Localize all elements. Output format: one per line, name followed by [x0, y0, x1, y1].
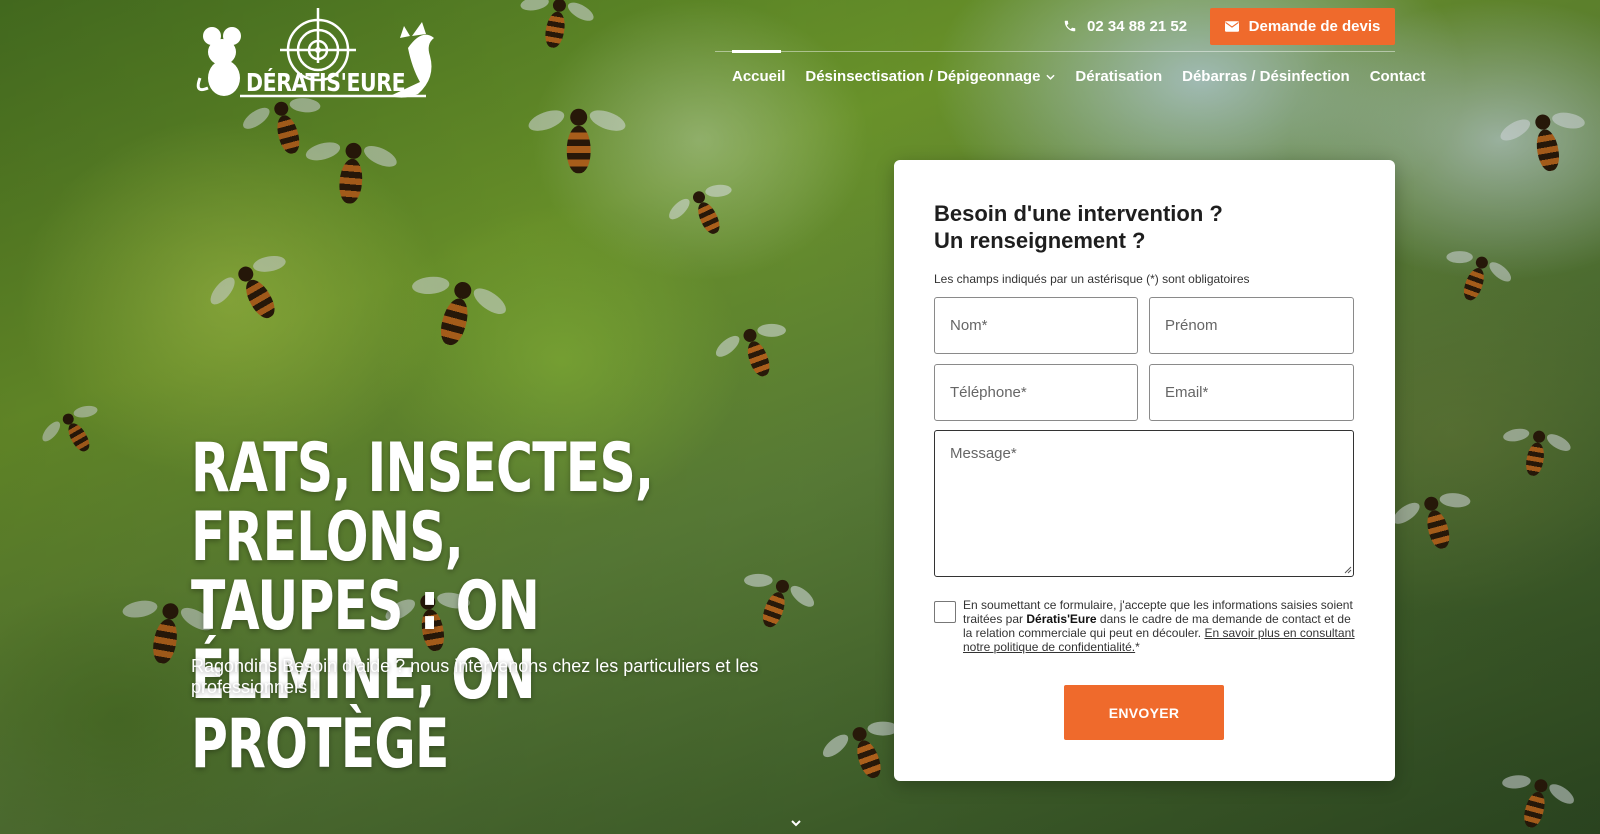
phone-icon — [1064, 20, 1076, 32]
form-title-line: Besoin d'une intervention ? — [934, 201, 1223, 226]
message-field[interactable] — [934, 430, 1354, 577]
quote-request-label: Demande de devis — [1248, 18, 1381, 35]
telephone-field[interactable] — [934, 364, 1138, 421]
phone-link[interactable]: 02 34 88 21 52 — [1063, 16, 1187, 36]
quote-request-button[interactable]: Demande de devis — [1210, 8, 1395, 45]
hero-title-line: Rats, insectes, frelons, — [191, 429, 654, 577]
nav-active-indicator — [732, 50, 781, 53]
consent-brand: Dératis'Eure — [1026, 612, 1097, 626]
required-fields-note: Les champs indiqués par un astérisque (*… — [934, 272, 1250, 286]
consent-text: En soumettant ce formulaire, j'accepte q… — [963, 598, 1355, 654]
form-title-line: Un renseignement ? — [934, 228, 1146, 253]
submit-button[interactable]: ENVOYER — [1064, 685, 1224, 740]
nav-item-label: Contact — [1369, 68, 1426, 85]
nav-item-label: Désinsectisation / Dépigeonnage — [805, 68, 1041, 85]
consent-checkbox[interactable] — [934, 601, 956, 623]
email-field[interactable] — [1149, 364, 1354, 421]
hero-title: Rats, insectes, frelons, taupes : on éli… — [191, 434, 798, 779]
main-nav: Accueil Désinsectisation / Dépigeonnage … — [732, 68, 1426, 85]
nav-item-desinsectisation[interactable]: Désinsectisation / Dépigeonnage — [805, 68, 1056, 85]
site-logo[interactable]: DÉRATIS'EURE — [190, 8, 440, 100]
nav-item-contact[interactable]: Contact — [1370, 68, 1426, 85]
nav-item-label: Débarras / Désinfection — [1182, 68, 1350, 85]
resize-handle-icon[interactable] — [1344, 566, 1352, 574]
prenom-field[interactable] — [1149, 297, 1354, 354]
nav-item-deratisation[interactable]: Dératisation — [1075, 68, 1162, 85]
hero-subtitle: Ragondins Besoin d’aide ? nous interveno… — [191, 656, 759, 697]
nav-item-debarras[interactable]: Débarras / Désinfection — [1182, 68, 1350, 85]
scroll-down-icon[interactable] — [786, 818, 806, 830]
form-title: Besoin d'une intervention ? Un renseigne… — [934, 200, 1354, 254]
chevron-down-icon — [1046, 74, 1056, 80]
nav-item-accueil[interactable]: Accueil — [732, 68, 785, 85]
mail-icon — [1224, 21, 1239, 32]
hero-title-line: protège — [191, 705, 449, 784]
phone-number: 02 34 88 21 52 — [1087, 17, 1188, 35]
logo-text: DÉRATIS'EURE — [246, 68, 406, 97]
nav-item-label: Accueil — [732, 68, 786, 85]
contact-form-card: Besoin d'une intervention ? Un renseigne… — [894, 160, 1395, 781]
consent-required-mark: * — [1135, 640, 1140, 654]
nav-divider — [715, 51, 1395, 52]
nav-item-label: Dératisation — [1075, 68, 1163, 85]
nom-field[interactable] — [934, 297, 1138, 354]
